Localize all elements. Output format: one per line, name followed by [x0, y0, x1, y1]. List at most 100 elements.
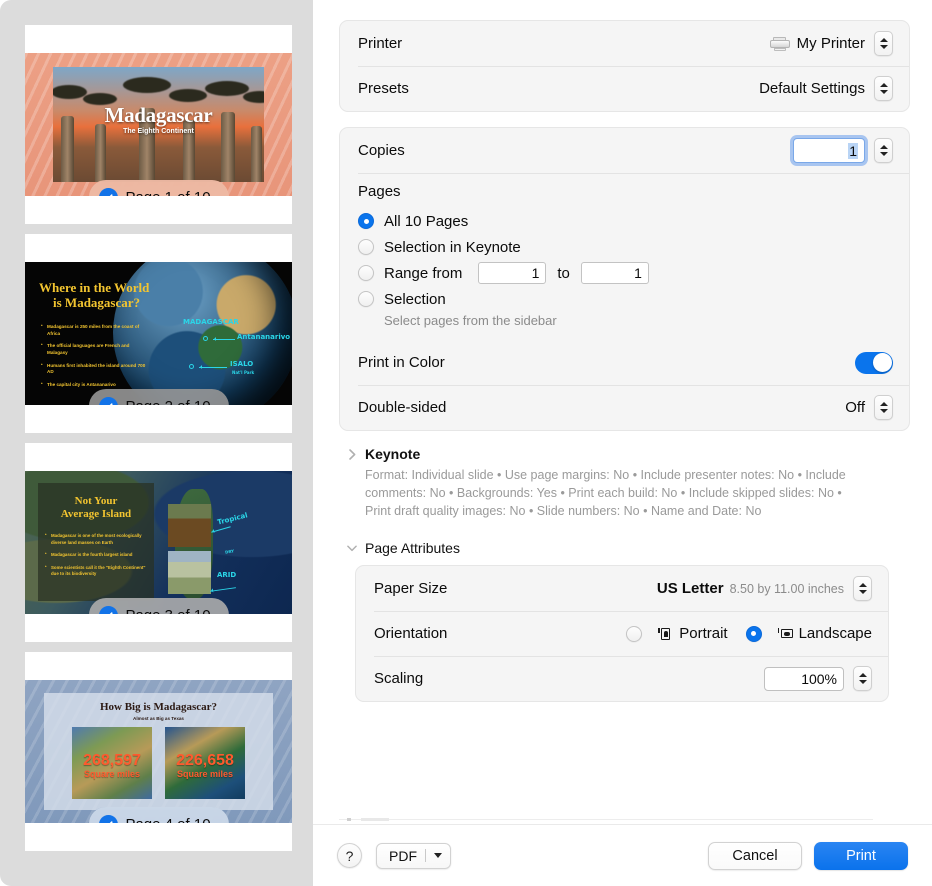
card-top-padding-3	[25, 443, 292, 471]
radio-landscape[interactable]	[745, 625, 762, 642]
slide-2-annotation-madagascar: MADAGASCAR	[183, 318, 239, 326]
page-chip-label-2: Page 2 of 10	[125, 398, 210, 406]
scaling-row[interactable]: Scaling 100%	[356, 656, 888, 701]
page-attributes-disclosure-header[interactable]: Page Attributes	[347, 540, 910, 556]
scaling-input[interactable]: 100%	[764, 666, 844, 691]
orientation-options: Portrait Landscape	[626, 625, 872, 642]
pointer-arrow-2	[199, 364, 227, 370]
page-chip-2[interactable]: Page 2 of 10	[88, 389, 229, 406]
page-attributes-group: Paper Size US Letter 8.50 by 11.00 inche…	[355, 565, 889, 703]
dialog-bottom-bar: ? PDF Cancel Print	[313, 824, 932, 886]
pdf-menu-button[interactable]: PDF	[376, 842, 451, 869]
pages-option-selection-in-keynote[interactable]: Selection in Keynote	[358, 234, 893, 260]
slide-3-photo-tropical	[168, 504, 211, 547]
print-in-color-label: Print in Color	[358, 354, 445, 371]
slide-4-map-comparison: 268,597 Square miles 226,658 Square mile…	[44, 726, 274, 799]
page-chip-label-1: Page 1 of 10	[125, 189, 210, 197]
printer-value: My Printer	[796, 35, 865, 52]
page-chip-4[interactable]: Page 4 of 10	[88, 807, 229, 823]
help-button[interactable]: ?	[337, 843, 362, 868]
presets-row[interactable]: Presets Default Settings	[340, 66, 909, 111]
scaling-stepper[interactable]	[853, 666, 872, 692]
paper-size-value: US Letter	[656, 580, 724, 598]
slide-2-annotation-antananarivo: Antananarivo	[237, 333, 291, 341]
radio-portrait[interactable]	[626, 625, 643, 642]
slide-thumbnail-2[interactable]: Where in the World is Madagascar? Madaga…	[25, 262, 292, 405]
print-options-scroll-area[interactable]: Printer My Printer Presets Default Setti…	[313, 0, 932, 824]
slide-2-bullet: Madagascar is 250 miles from the coast o…	[41, 323, 146, 337]
slide-thumbnail-4[interactable]: How Big is Madagascar? Almost as Big as …	[25, 680, 292, 823]
page-card-1[interactable]: Madagascar The Eighth Continent Page 1 o…	[25, 25, 292, 224]
scaling-label: Scaling	[374, 670, 424, 688]
range-from-input[interactable]: 1	[478, 262, 547, 284]
map-marker-icon-1	[203, 336, 208, 341]
slide-2-bullet: The capital city is Antananarivo	[41, 381, 146, 389]
keynote-disclosure-header[interactable]: Keynote	[347, 446, 910, 462]
slide-3-annotation-arid: ARID	[217, 571, 237, 579]
radio-selection[interactable]	[358, 291, 374, 307]
page-card-2[interactable]: Where in the World is Madagascar? Madaga…	[25, 234, 292, 433]
slide-4-stat-number: 226,658	[176, 751, 234, 769]
print-options-panel: Printer My Printer Presets Default Setti…	[313, 0, 932, 886]
page-card-4[interactable]: How Big is Madagascar? Almost as Big as …	[25, 652, 292, 851]
paper-size-row[interactable]: Paper Size US Letter 8.50 by 11.00 inche…	[356, 566, 888, 611]
print-in-color-row[interactable]: Print in Color	[340, 340, 909, 385]
range-to-label: to	[557, 264, 570, 282]
slide-2-bullet: The official languages are French and Ma…	[41, 342, 146, 356]
pages-option-all[interactable]: All 10 Pages	[358, 208, 893, 234]
copies-value: 1	[848, 142, 858, 159]
orientation-option-portrait[interactable]: Portrait	[626, 625, 728, 642]
cancel-button[interactable]: Cancel	[708, 841, 802, 870]
slide-3-background: Tropical DRY ARID Not Your Average Islan…	[25, 471, 292, 614]
card-gap-2	[0, 433, 313, 443]
slide-3-annotation-dry: DRY	[224, 548, 235, 555]
copies-row[interactable]: Copies 1	[340, 128, 909, 173]
keynote-section-summary: Format: Individual slide • Use page marg…	[365, 468, 846, 518]
slide-2-title-line1: Where in the World	[39, 280, 150, 295]
card-top-padding-1	[25, 25, 292, 53]
slide-4-map-usa: 268,597 Square miles	[71, 726, 152, 799]
copies-input[interactable]: 1	[793, 138, 865, 163]
orientation-option-landscape[interactable]: Landscape	[745, 625, 872, 642]
slide-4-stat-unit: Square miles	[176, 768, 233, 779]
page-card-3[interactable]: Tropical DRY ARID Not Your Average Islan…	[25, 443, 292, 642]
page-chip-3[interactable]: Page 3 of 10	[88, 598, 229, 614]
slide-thumbnail-1[interactable]: Madagascar The Eighth Continent Page 1 o…	[25, 53, 292, 196]
chevron-right-icon[interactable]	[347, 448, 357, 460]
presets-popup-stepper[interactable]	[874, 76, 893, 101]
range-to-input[interactable]: 1	[580, 262, 649, 284]
presets-value: Default Settings	[759, 80, 865, 97]
orientation-row[interactable]: Orientation Portrait Landscape	[356, 611, 888, 656]
chevron-down-icon[interactable]	[347, 543, 357, 553]
slide-3-bullets: Madagascar is one of the most ecological…	[45, 532, 147, 577]
print-dialog-window: Madagascar The Eighth Continent Page 1 o…	[0, 0, 932, 886]
scaling-value: 100%	[801, 670, 837, 687]
range-from-value: 1	[531, 265, 540, 281]
radio-range-from[interactable]	[358, 265, 374, 281]
slide-4-inner-panel: How Big is Madagascar? Almost as Big as …	[43, 692, 274, 811]
printer-popup-stepper[interactable]	[874, 31, 893, 56]
copies-stepper[interactable]	[874, 138, 893, 163]
print-button[interactable]: Print	[814, 841, 908, 870]
chevron-down-icon	[434, 853, 442, 858]
print-in-color-toggle[interactable]	[855, 351, 893, 374]
page-preview-sidebar[interactable]: Madagascar The Eighth Continent Page 1 o…	[0, 0, 313, 886]
pages-title: Pages	[358, 183, 401, 200]
pointer-arrow-3	[210, 587, 236, 592]
pages-option-range[interactable]: Range from 1 to 1	[358, 260, 893, 286]
double-sided-row[interactable]: Double-sided Off	[340, 385, 909, 430]
radio-selection-in-keynote[interactable]	[358, 239, 374, 255]
orientation-label: Orientation	[374, 625, 448, 643]
paper-size-popup-stepper[interactable]	[853, 576, 872, 602]
slide-2-background: Where in the World is Madagascar? Madaga…	[25, 262, 292, 405]
slide-1-subtitle: The Eighth Continent	[123, 128, 194, 136]
slide-3-title-line1: Not Your	[74, 495, 118, 507]
printer-row[interactable]: Printer My Printer	[340, 21, 909, 66]
pointer-arrow-1	[213, 336, 235, 342]
radio-selection-label: Selection	[384, 290, 446, 308]
page-chip-1[interactable]: Page 1 of 10	[88, 180, 229, 197]
radio-all-pages[interactable]	[358, 213, 374, 229]
double-sided-popup-stepper[interactable]	[874, 395, 893, 420]
pages-option-selection[interactable]: Selection	[358, 286, 893, 312]
slide-thumbnail-3[interactable]: Tropical DRY ARID Not Your Average Islan…	[25, 471, 292, 614]
